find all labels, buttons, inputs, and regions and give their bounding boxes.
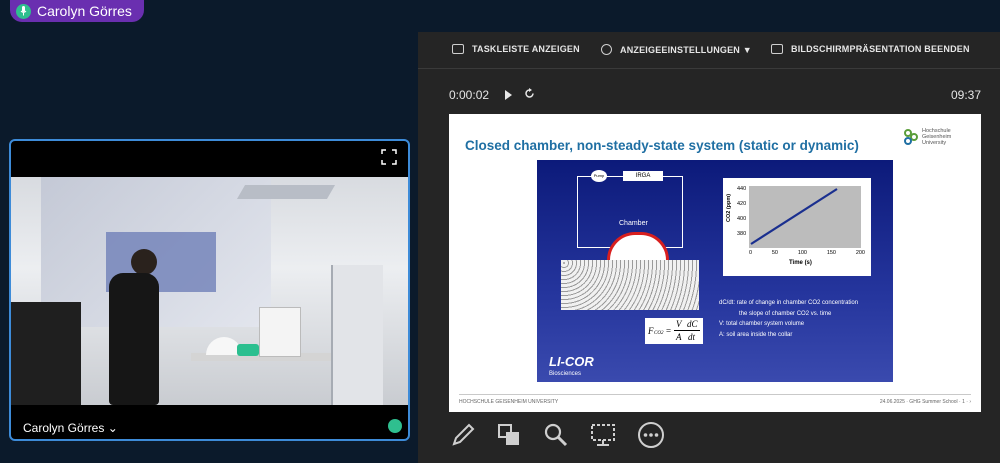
magnifier-icon[interactable] [541, 420, 571, 450]
x-tick: 100 [797, 250, 807, 256]
presenter-body [109, 273, 159, 405]
x-tick: 0 [749, 250, 753, 256]
instrument-box [259, 307, 301, 357]
footer-left: HOCHSCHULE GEISENHEIM UNIVERSITY [459, 399, 559, 405]
pen-icon[interactable] [448, 420, 478, 450]
soil-layer [561, 260, 699, 310]
settings-icon [601, 44, 612, 55]
formula-dt: dt [688, 332, 696, 342]
footer-right: 24.06.2025 · GHG Summer School · 1 · › [879, 399, 971, 405]
logo-line: University [922, 140, 947, 146]
show-taskbar-label: TASKLEISTE ANZEIGEN [472, 44, 580, 54]
current-slide: Closed chamber, non-steady-state system … [449, 114, 981, 412]
licor-figure: Pump IRGA Chamber 440 420 400 380 CO2 (p… [537, 160, 893, 382]
co2-line [750, 188, 838, 245]
clock-time: 09:37 [951, 88, 982, 102]
display-settings-button[interactable]: ANZEIGEEINSTELLUNGEN ▼ [601, 44, 752, 55]
speaker-name: Carolyn Görres [37, 3, 132, 19]
active-speaker-pill: Carolyn Görres [10, 0, 144, 22]
microphone-icon [16, 3, 31, 19]
irga: IRGA [623, 171, 663, 181]
participant-name: Carolyn Görres [23, 421, 105, 435]
pump: Pump [591, 170, 607, 182]
formula-dc: dC [687, 319, 698, 329]
fraction-bar [674, 330, 700, 331]
y-tick: 420 [737, 201, 747, 207]
x-axis-label: Time (s) [789, 260, 812, 266]
x-tick: 50 [771, 250, 778, 256]
formula-lhs: F [648, 326, 654, 336]
licor-logo: LI-COR [549, 354, 594, 369]
timer-row: 0:00:02 09:37 [418, 88, 1000, 108]
formula-eq: = [666, 326, 672, 336]
play-icon[interactable] [504, 89, 513, 103]
door [331, 265, 383, 405]
legend-line: dC/dt: rate of change in chamber CO2 con… [719, 300, 859, 306]
y-axis-label: CO2 (ppm) [726, 193, 732, 222]
y-tick: 400 [737, 216, 747, 222]
university-logo: Hochschule Geisenheim University [903, 128, 951, 146]
y-tick: 440 [737, 186, 747, 192]
video-feed [11, 177, 408, 405]
presenter-head [131, 249, 157, 275]
layout-icon[interactable] [494, 420, 524, 450]
x-tick: 150 [826, 250, 836, 256]
participant-video-tile[interactable]: Carolyn Görres ⌄ [9, 139, 410, 441]
presenter-toolbar: TASKLEISTE ANZEIGEN ANZEIGEEINSTELLUNGEN… [418, 32, 1000, 69]
formula-sub: CO2 [654, 331, 664, 336]
end-presentation-label: BILDSCHIRMPRÄSENTATION BEENDEN [791, 44, 970, 54]
formula-v: V [676, 319, 682, 329]
irga-label: IRGA [635, 173, 651, 179]
presentation-panel: TASKLEISTE ANZEIGEN ANZEIGEEINSTELLUNGEN… [418, 32, 1000, 463]
show-taskbar-button[interactable]: TASKLEISTE ANZEIGEN [452, 44, 580, 54]
slide-title: Closed chamber, non-steady-state system … [465, 138, 859, 153]
chamber-label: Chamber [619, 220, 648, 227]
end-presentation-button[interactable]: BILDSCHIRMPRÄSENTATION BEENDEN [771, 44, 970, 54]
pump-label: Pump [593, 173, 605, 178]
formula-legend: dC/dt: rate of change in chamber CO2 con… [719, 298, 891, 340]
taskbar-icon [452, 44, 464, 54]
y-tick: 380 [737, 231, 747, 237]
slide-footer: HOCHSCHULE GEISENHEIM UNIVERSITY 24.06.2… [459, 394, 971, 405]
participant-name-button[interactable]: Carolyn Görres ⌄ [23, 421, 118, 435]
licor-subtitle: Biosciences [549, 371, 582, 377]
ceiling-light [236, 185, 336, 199]
formula-a: A [676, 332, 682, 342]
legend-line: A: soil area inside the collar [719, 331, 793, 338]
reset-icon[interactable] [524, 88, 535, 102]
end-slideshow-icon [771, 44, 783, 54]
screen-pointer-icon[interactable] [588, 420, 618, 450]
chevron-down-icon: ⌄ [107, 421, 118, 435]
legend-line: the slope of chamber CO2 vs. time [739, 310, 832, 317]
co2-chart: 440 420 400 380 CO2 (ppm) 0 50 100 150 2… [723, 178, 871, 276]
microphone-icon [388, 419, 402, 433]
x-tick: 200 [855, 250, 865, 256]
green-bowl [237, 344, 259, 356]
flux-formula: F CO2 = V A dC dt [645, 318, 703, 344]
elapsed-time: 0:00:02 [449, 88, 490, 102]
podium [11, 302, 81, 405]
legend-line: V: total chamber system volume [719, 321, 805, 327]
expand-icon[interactable] [381, 149, 397, 170]
more-icon[interactable] [636, 420, 666, 450]
display-settings-label: ANZEIGEEINSTELLUNGEN ▼ [620, 44, 752, 55]
